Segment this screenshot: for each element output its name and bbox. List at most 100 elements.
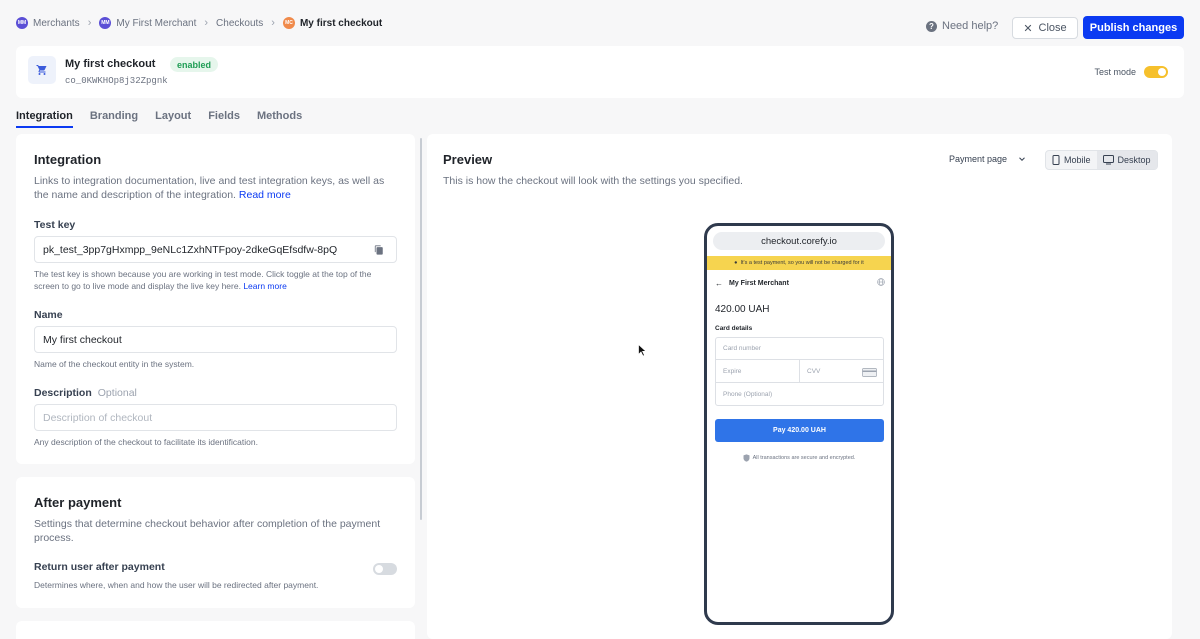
- breadcrumb-merchant[interactable]: MM My First Merchant: [99, 17, 196, 29]
- breadcrumb: MM Merchants › MM My First Merchant › Ch…: [16, 17, 382, 29]
- top-bar: MM Merchants › MM My First Merchant › Ch…: [0, 0, 1200, 46]
- name-hint: Name of the checkout entity in the syste…: [34, 359, 195, 369]
- checkout-header: My first checkout enabled co_0KWKHOp8j32…: [16, 46, 1184, 98]
- publish-changes-button[interactable]: Publish changes: [1083, 16, 1184, 39]
- tab-integration[interactable]: Integration: [16, 110, 73, 128]
- need-help-link[interactable]: ? Need help?: [926, 20, 998, 32]
- tab-branding[interactable]: Branding: [90, 110, 138, 128]
- after-payment-card: After payment Settings that determine ch…: [16, 477, 415, 608]
- test-key-value: pk_test_3pp7gHxmpp_9eNLc1ZxhNTFpoy-2dkeG…: [43, 243, 338, 256]
- read-more-link[interactable]: Read more: [239, 189, 291, 201]
- secure-note: All transactions are secure and encrypte…: [707, 454, 891, 462]
- description-label-text: Description: [34, 387, 92, 399]
- learn-more-link[interactable]: Learn more: [243, 281, 286, 291]
- breadcrumb-label: My First Merchant: [116, 17, 197, 29]
- breadcrumb-label: Checkouts: [216, 17, 264, 29]
- test-key-field[interactable]: pk_test_3pp7gHxmpp_9eNLc1ZxhNTFpoy-2dkeG…: [34, 236, 397, 263]
- close-icon: ✕: [1023, 22, 1033, 35]
- optional-label: Optional: [97, 387, 137, 399]
- need-help-label: Need help?: [942, 20, 999, 32]
- chevron-down-icon: [1019, 157, 1025, 161]
- test-mode: Test mode: [1094, 66, 1168, 78]
- breadcrumb-label: My first checkout: [299, 17, 383, 29]
- checkout-id: co_0KWKHOp8j32Zpgnk: [65, 76, 168, 86]
- phone-input[interactable]: Phone (Optional): [715, 382, 884, 406]
- breadcrumb-merchants[interactable]: MM Merchants: [16, 17, 80, 29]
- pay-button[interactable]: Pay 420.00 UAH: [715, 419, 884, 442]
- mouse-cursor-icon: [638, 344, 647, 357]
- cvv-placeholder: CVV: [807, 367, 821, 375]
- close-button[interactable]: ✕ Close: [1012, 17, 1078, 39]
- page-select-value: Payment page: [949, 154, 1008, 164]
- expire-input[interactable]: Expire: [715, 359, 800, 383]
- name-field[interactable]: My first checkout: [34, 326, 397, 353]
- description-label: Description Optional: [34, 387, 137, 399]
- merchant-avatar: MM: [16, 17, 28, 29]
- url-bar: checkout.corefy.io: [713, 232, 885, 250]
- breadcrumb-current: MC My first checkout: [282, 17, 383, 29]
- next-settings-card: [16, 621, 415, 639]
- card-details-label: Card details: [715, 325, 753, 332]
- mobile-option[interactable]: Mobile: [1046, 151, 1097, 169]
- secure-note-text: All transactions are secure and encrypte…: [752, 455, 856, 461]
- return-user-label: Return user after payment: [34, 561, 165, 573]
- desktop-option[interactable]: Desktop: [1096, 151, 1157, 169]
- preview-description: This is how the checkout will look with …: [443, 175, 743, 187]
- test-key-label: Test key: [34, 219, 76, 231]
- payment-amount: 420.00 UAH: [715, 304, 770, 315]
- copy-icon[interactable]: [374, 245, 384, 258]
- phone-mockup: checkout.corefy.io ● It's a test payment…: [704, 223, 894, 625]
- return-user-hint: Determines where, when and how the user …: [34, 580, 319, 590]
- breadcrumb-checkouts[interactable]: Checkouts: [216, 18, 263, 29]
- cvv-input[interactable]: CVV: [799, 359, 884, 383]
- globe-icon[interactable]: [877, 278, 885, 288]
- chevron-right-icon: ›: [204, 17, 209, 29]
- status-badge: enabled: [170, 57, 219, 72]
- question-icon: ?: [926, 20, 937, 32]
- breadcrumb-label: Merchants: [33, 17, 80, 29]
- shield-icon: [743, 454, 750, 462]
- mobile-icon: [1052, 155, 1060, 165]
- integration-description-text: Links to integration documentation, live…: [34, 175, 385, 201]
- card-icon: [862, 368, 877, 377]
- integration-title: Integration: [34, 152, 102, 167]
- description-hint: Any description of the checkout to facil…: [34, 437, 258, 447]
- description-field[interactable]: Description of checkout: [34, 404, 397, 431]
- after-payment-description: Settings that determine checkout behavio…: [34, 518, 381, 544]
- tab-layout[interactable]: Layout: [155, 110, 191, 128]
- page-select[interactable]: Payment page: [949, 154, 1027, 164]
- merchant-avatar: MM: [99, 17, 112, 29]
- merchant-row: ← My First Merchant: [715, 278, 885, 288]
- test-key-hint: The test key is shown because you are wo…: [34, 268, 396, 292]
- test-mode-label: Test mode: [1094, 67, 1136, 77]
- tab-bar: Integration Branding Layout Fields Metho…: [16, 110, 302, 128]
- name-label: Name: [34, 309, 63, 321]
- test-mode-toggle[interactable]: [1144, 66, 1168, 78]
- test-payment-banner: ● It's a test payment, so you will not b…: [707, 256, 891, 270]
- checkout-title: My first checkout: [65, 58, 156, 70]
- desktop-icon: [1102, 155, 1114, 165]
- integration-card: Integration Links to integration documen…: [16, 134, 415, 464]
- integration-description: Links to integration documentation, live…: [34, 174, 396, 202]
- device-toggle: Mobile Desktop: [1045, 150, 1158, 170]
- chevron-right-icon: ›: [271, 17, 275, 29]
- tab-methods[interactable]: Methods: [257, 110, 302, 128]
- mobile-label: Mobile: [1064, 155, 1091, 165]
- test-key-hint-text: The test key is shown because you are wo…: [34, 269, 372, 291]
- return-user-toggle[interactable]: [373, 563, 397, 575]
- back-arrow-icon[interactable]: ←: [715, 279, 723, 288]
- merchant-name: My First Merchant: [729, 279, 789, 287]
- preview-panel: Preview This is how the checkout will lo…: [427, 134, 1172, 639]
- cart-icon: [28, 56, 56, 84]
- tab-fields[interactable]: Fields: [208, 110, 240, 128]
- panel-scrollbar[interactable]: [420, 138, 422, 520]
- test-banner-text: It's a test payment, so you will not be …: [740, 260, 864, 266]
- desktop-label: Desktop: [1117, 155, 1151, 165]
- preview-title: Preview: [443, 152, 493, 167]
- person-icon: ●: [734, 260, 738, 266]
- settings-panel: Integration Links to integration documen…: [16, 134, 415, 639]
- close-label: Close: [1038, 22, 1067, 34]
- checkout-avatar: MC: [282, 17, 295, 29]
- card-number-input[interactable]: Card number: [715, 337, 884, 360]
- chevron-right-icon: ›: [87, 17, 92, 29]
